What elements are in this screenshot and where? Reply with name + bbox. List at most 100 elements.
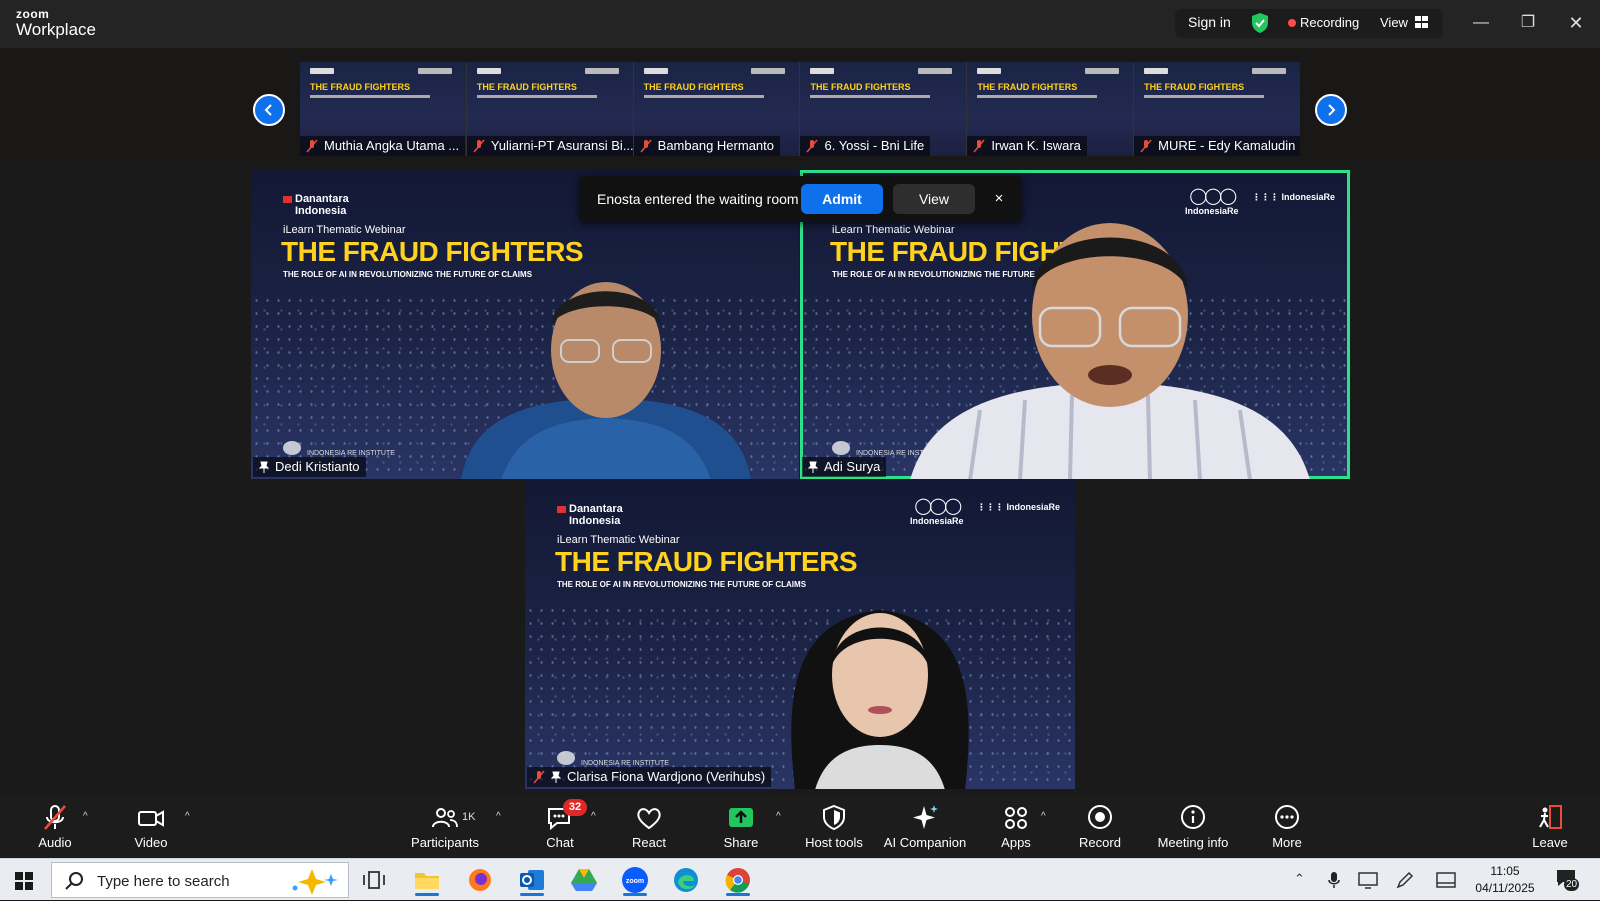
share-screen-icon	[729, 808, 753, 827]
view-button[interactable]: View	[1380, 15, 1408, 30]
sign-in-button[interactable]: Sign in	[1188, 14, 1231, 30]
thumb-brand-logo	[1144, 68, 1169, 74]
running-indicator	[726, 893, 750, 896]
participant-name-tag: Irwan K. Iswara	[967, 136, 1087, 156]
participants-options-chevron-icon[interactable]: ^	[496, 811, 501, 822]
microphone-icon[interactable]	[1327, 871, 1341, 889]
thumb-partner-logo	[1251, 68, 1286, 74]
notification-count-badge: 20	[1564, 878, 1580, 891]
thumb-partner-logo	[417, 68, 452, 74]
filmstrip-thumbnail[interactable]: THE FRAUD FIGHTERS Irwan K. Iswara	[967, 62, 1134, 156]
zoom-taskbar-icon[interactable]: zoom	[619, 864, 651, 896]
encryption-shield-icon[interactable]	[1250, 12, 1270, 34]
camera-badge-icon	[557, 751, 575, 765]
apps-icon	[1005, 807, 1027, 829]
share-button[interactable]: Share	[716, 803, 766, 855]
participant-video	[910, 223, 1310, 479]
file-explorer-icon[interactable]	[411, 864, 443, 896]
participant-name-tag: Dedi Kristianto	[253, 457, 366, 477]
video-button[interactable]: Video	[126, 803, 176, 855]
thumb-subtitle-bar	[810, 95, 931, 98]
video-options-chevron-icon[interactable]: ^	[185, 811, 190, 822]
recording-dot-icon	[1288, 19, 1296, 27]
mic-muted-icon	[1140, 139, 1152, 153]
outlook-icon[interactable]	[516, 864, 548, 896]
filmstrip-thumbnail[interactable]: THE FRAUD FIGHTERS Muthia Angka Utama ..…	[300, 62, 466, 156]
filmstrip-prev-button[interactable]	[253, 94, 285, 126]
record-icon	[1088, 805, 1112, 829]
thumb-brand-logo	[810, 68, 835, 74]
indonesiare-institute-logo: ⋮⋮⋮ IndonesiaRe	[977, 502, 1061, 512]
taskbar-search-input[interactable]: Type here to search	[51, 862, 349, 898]
more-button[interactable]: More	[1262, 803, 1312, 855]
notification-center-button[interactable]: 20	[1555, 868, 1581, 892]
thumb-subtitle-bar	[977, 95, 1098, 98]
close-window-icon[interactable]: ✕	[1561, 10, 1591, 36]
filmstrip-thumbnail[interactable]: THE FRAUD FIGHTERS MURE - Edy Kamaludin	[1134, 62, 1300, 156]
zoom-logo: zoom Workplace	[16, 7, 96, 39]
participant-name-tag: Muthia Angka Utama ...	[300, 136, 466, 156]
chrome-icon[interactable]	[722, 864, 754, 896]
gallery-grid-icon[interactable]	[1415, 16, 1428, 28]
google-drive-icon[interactable]	[568, 864, 600, 896]
chevron-left-icon	[264, 104, 272, 116]
video-tile[interactable]: Danantara Indonesia ◯◯◯ IndonesiaRe ⋮⋮⋮ In…	[525, 480, 1075, 789]
audio-button[interactable]: Audio	[30, 803, 80, 855]
thumb-subtitle-bar	[310, 95, 430, 98]
mic-muted-icon	[973, 139, 985, 153]
participant-name-tag: Adi Surya	[802, 457, 887, 477]
running-indicator	[623, 893, 647, 896]
title-bar: zoom Workplace Sign in Recording View — …	[0, 0, 1600, 48]
indonesiare-institute-logo: ⋮⋮⋮ IndonesiaRe	[1252, 192, 1336, 202]
participant-name-tag: MURE - Edy Kamaludin	[1134, 136, 1300, 156]
host-tools-button[interactable]: Host tools	[801, 803, 867, 855]
ai-sparkle-icon	[913, 805, 938, 829]
thumb-subtitle-bar	[1144, 95, 1265, 98]
tray-chevron-up-icon[interactable]: ⌃	[1294, 871, 1305, 887]
search-icon	[65, 872, 83, 890]
recording-indicator[interactable]: Recording	[1300, 15, 1359, 30]
more-dots-icon	[1275, 805, 1299, 829]
indonesiare-logo: ◯◯◯ IndonesiaRe	[910, 498, 964, 526]
record-button[interactable]: Record	[1074, 803, 1126, 855]
task-view-icon[interactable]	[358, 864, 390, 896]
mic-muted-icon	[533, 770, 545, 784]
restore-window-icon[interactable]: ❐	[1513, 10, 1543, 36]
thumb-partner-logo	[584, 68, 619, 74]
pen-icon[interactable]	[1395, 871, 1415, 889]
leave-button[interactable]: Leave	[1524, 803, 1576, 855]
filmstrip-thumbnail[interactable]: THE FRAUD FIGHTERS 6. Yossi - Bni Life	[800, 62, 967, 156]
meeting-info-button[interactable]: Meeting info	[1153, 803, 1233, 855]
touch-keyboard-icon[interactable]	[1436, 872, 1456, 888]
copilot-sparkle-icon	[292, 869, 338, 895]
react-button[interactable]: React	[624, 803, 674, 855]
taskbar-clock[interactable]: 11:05 04/11/2025	[1468, 863, 1542, 897]
running-indicator	[415, 893, 439, 896]
windows-start-icon[interactable]	[15, 872, 33, 890]
firefox-icon[interactable]	[464, 864, 496, 896]
audio-options-chevron-icon[interactable]: ^	[83, 811, 88, 822]
chat-options-chevron-icon[interactable]: ^	[591, 811, 596, 822]
ai-companion-button[interactable]: AI Companion	[881, 803, 969, 855]
camera-badge-icon	[832, 441, 850, 455]
mic-muted-icon	[473, 139, 485, 153]
share-options-chevron-icon[interactable]: ^	[776, 811, 781, 822]
network-icon[interactable]	[1358, 871, 1378, 889]
minimize-window-icon[interactable]: —	[1466, 10, 1496, 36]
close-notification-icon[interactable]: ×	[987, 187, 1011, 211]
apps-button[interactable]: Apps	[991, 803, 1041, 855]
waiting-room-message: Enosta entered the waiting room	[597, 191, 799, 207]
thumb-partner-logo	[918, 68, 953, 74]
filmstrip: THE FRAUD FIGHTERS Muthia Angka Utama ..…	[300, 62, 1300, 156]
filmstrip-thumbnail[interactable]: THE FRAUD FIGHTERS Bambang Hermanto	[633, 62, 800, 156]
filmstrip-thumbnail[interactable]: THE FRAUD FIGHTERS Yuliarni-PT Asuransi …	[466, 62, 633, 156]
thumb-brand-logo	[977, 68, 1002, 74]
apps-options-chevron-icon[interactable]: ^	[1041, 811, 1046, 822]
edge-icon[interactable]	[670, 864, 702, 896]
admit-button[interactable]: Admit	[801, 184, 883, 214]
participant-name-tag: Bambang Hermanto	[633, 136, 780, 156]
filmstrip-next-button[interactable]	[1315, 94, 1347, 126]
view-waiting-room-button[interactable]: View	[893, 184, 975, 214]
leave-door-icon	[1539, 805, 1562, 829]
thumb-partner-logo	[751, 68, 786, 74]
